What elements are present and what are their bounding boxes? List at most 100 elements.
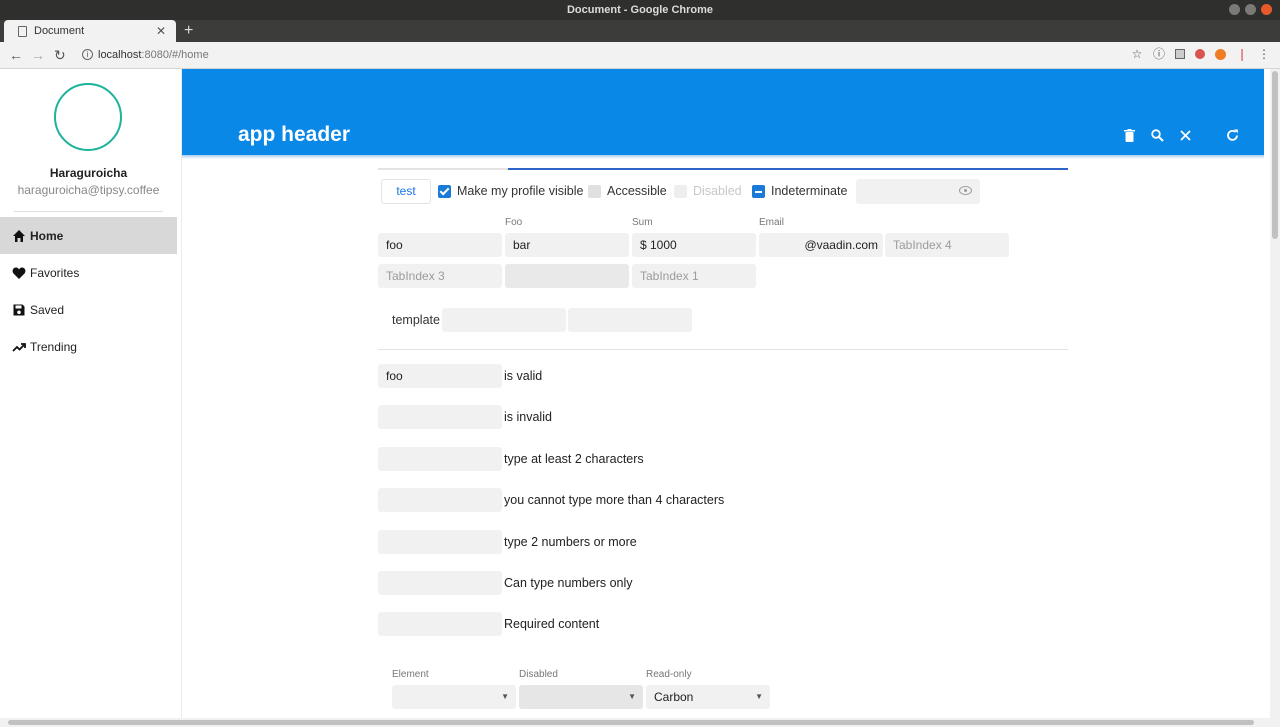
validation-label: type at least 2 characters [504, 452, 644, 466]
extension-square-icon[interactable] [1175, 49, 1185, 59]
invalid-field[interactable] [378, 405, 502, 429]
tabindex-1-field[interactable]: TabIndex 1 [632, 264, 756, 288]
select-value: Carbon [654, 690, 694, 704]
password-field[interactable] [856, 179, 980, 204]
browser-toolbar: ← → ↻ i localhost:8080/#/home ☆ ⓘ ❘ ⋮ [0, 42, 1280, 69]
caret-down-icon[interactable]: ▼ [755, 685, 763, 709]
extension-icons: ☆ ⓘ ❘ ⋮ [1131, 48, 1270, 60]
header-actions [1115, 127, 1246, 143]
home-icon [13, 229, 25, 242]
checkbox-disabled: Disabled [674, 184, 742, 198]
nav-item-label: Favorites [30, 265, 80, 280]
main-content: test Make my profile visible Accessible … [378, 69, 1068, 718]
maximize-icon[interactable] [1245, 4, 1256, 15]
nav-item-home[interactable]: Home [0, 217, 177, 254]
tab-title: Document [34, 25, 85, 37]
info-extension-icon[interactable]: ⓘ [1153, 48, 1165, 60]
validation-label: Can type numbers only [504, 576, 633, 590]
delete-icon[interactable] [1115, 127, 1143, 143]
required-field[interactable] [378, 612, 502, 636]
nav-item-trending[interactable]: Trending [0, 328, 177, 365]
tab-close-icon[interactable]: ✕ [156, 20, 166, 42]
horizontal-scrollbar[interactable] [0, 718, 1280, 727]
select-label-disabled: Disabled [519, 669, 558, 680]
max-length-field[interactable] [378, 488, 502, 512]
user-name: Haraguroicha [49, 166, 128, 180]
address-bar[interactable]: localhost:8080/#/home [98, 49, 209, 61]
scrollbar-thumb[interactable] [8, 720, 1254, 725]
checkbox-box[interactable] [752, 184, 765, 198]
checkbox-label: Indeterminate [771, 184, 848, 198]
numbers-only-field[interactable] [378, 571, 502, 595]
template-field-1[interactable] [442, 308, 566, 332]
nav-drawer: Haraguroicha haraguroicha@tipsy.coffee H… [0, 69, 182, 718]
valid-field[interactable]: foo [378, 364, 502, 388]
validation-label: is valid [504, 369, 543, 383]
element-select[interactable]: ▼ [392, 685, 516, 709]
window-title: Document - Google Chrome [566, 4, 714, 16]
foo-label: Foo [505, 217, 523, 228]
url-path: :8080/#/home [141, 49, 209, 61]
checkbox-indeterminate[interactable]: Indeterminate [752, 184, 847, 198]
template-field-2[interactable] [568, 308, 692, 332]
site-info-icon[interactable]: i [82, 49, 93, 60]
url-host: localhost [98, 49, 142, 61]
tabindex-3-field[interactable]: TabIndex 3 [378, 264, 502, 288]
checkbox-label: Disabled [693, 184, 742, 198]
text-field-bar[interactable]: bar [505, 233, 629, 257]
back-arrow-icon[interactable]: ← [9, 47, 23, 63]
email-field[interactable]: @vaadin.com [759, 233, 883, 257]
forward-arrow-icon[interactable]: → [31, 47, 45, 63]
extension-pin-icon[interactable]: ❘ [1236, 48, 1248, 60]
window-close-icon[interactable] [1261, 4, 1272, 15]
minimize-icon[interactable] [1229, 4, 1240, 15]
nav-item-label: Saved [30, 302, 65, 317]
browser-tabstrip: Document ✕ + [0, 20, 1280, 42]
disabled-field [505, 264, 629, 288]
refresh-icon[interactable] [1218, 127, 1246, 143]
sum-field[interactable]: $ 1000 [632, 233, 756, 257]
pattern-field[interactable] [378, 530, 502, 554]
checkbox-accessible[interactable]: Accessible [588, 184, 667, 198]
sum-label: Sum [632, 217, 653, 228]
tab-indicator-active [508, 168, 1068, 170]
caret-down-icon: ▼ [628, 692, 636, 701]
drawer-divider [14, 211, 163, 212]
app-title: app header [238, 123, 351, 146]
checkbox-label: Make my profile visible [457, 184, 584, 198]
tabindex-4-field[interactable]: TabIndex 4 [885, 233, 1009, 257]
search-icon[interactable] [1143, 127, 1171, 143]
close-icon[interactable] [1171, 127, 1199, 143]
checkbox-box[interactable] [588, 184, 601, 198]
scrollbar-thumb[interactable] [1272, 71, 1278, 239]
extension-red-icon[interactable] [1195, 49, 1205, 59]
star-icon[interactable]: ☆ [1131, 48, 1143, 60]
test-button[interactable]: test [381, 179, 431, 204]
heart-icon [12, 267, 26, 279]
nav-item-label: Home [30, 228, 64, 243]
eye-icon[interactable] [959, 186, 972, 195]
nav-item-favorites[interactable]: Favorites [0, 254, 177, 291]
min-length-field[interactable] [378, 447, 502, 471]
extension-orange-icon[interactable] [1215, 48, 1226, 60]
browser-tab[interactable]: Document ✕ [4, 20, 176, 42]
nav-item-saved[interactable]: Saved [0, 291, 177, 328]
save-icon [13, 304, 25, 315]
text-field-foo[interactable]: foo [378, 233, 502, 257]
reload-icon[interactable]: ↻ [54, 47, 66, 63]
document-icon [18, 26, 27, 37]
vertical-scrollbar[interactable] [1270, 69, 1280, 718]
tab-indicator-track [378, 168, 508, 170]
checkbox-profile-visible[interactable]: Make my profile visible [438, 184, 583, 198]
section-divider [378, 349, 1068, 350]
validation-label: type 2 numbers or more [504, 535, 637, 549]
checkbox-box[interactable] [438, 184, 451, 198]
select-label-readonly: Read-only [646, 669, 692, 680]
validation-label: Required content [504, 617, 600, 631]
trending-up-icon [12, 342, 26, 352]
checkbox-label: Accessible [607, 184, 667, 198]
new-tab-button[interactable]: + [184, 20, 193, 42]
menu-kebab-icon[interactable]: ⋮ [1258, 48, 1270, 60]
caret-down-icon[interactable]: ▼ [501, 685, 509, 709]
readonly-select[interactable]: Carbon ▼ [646, 685, 770, 709]
